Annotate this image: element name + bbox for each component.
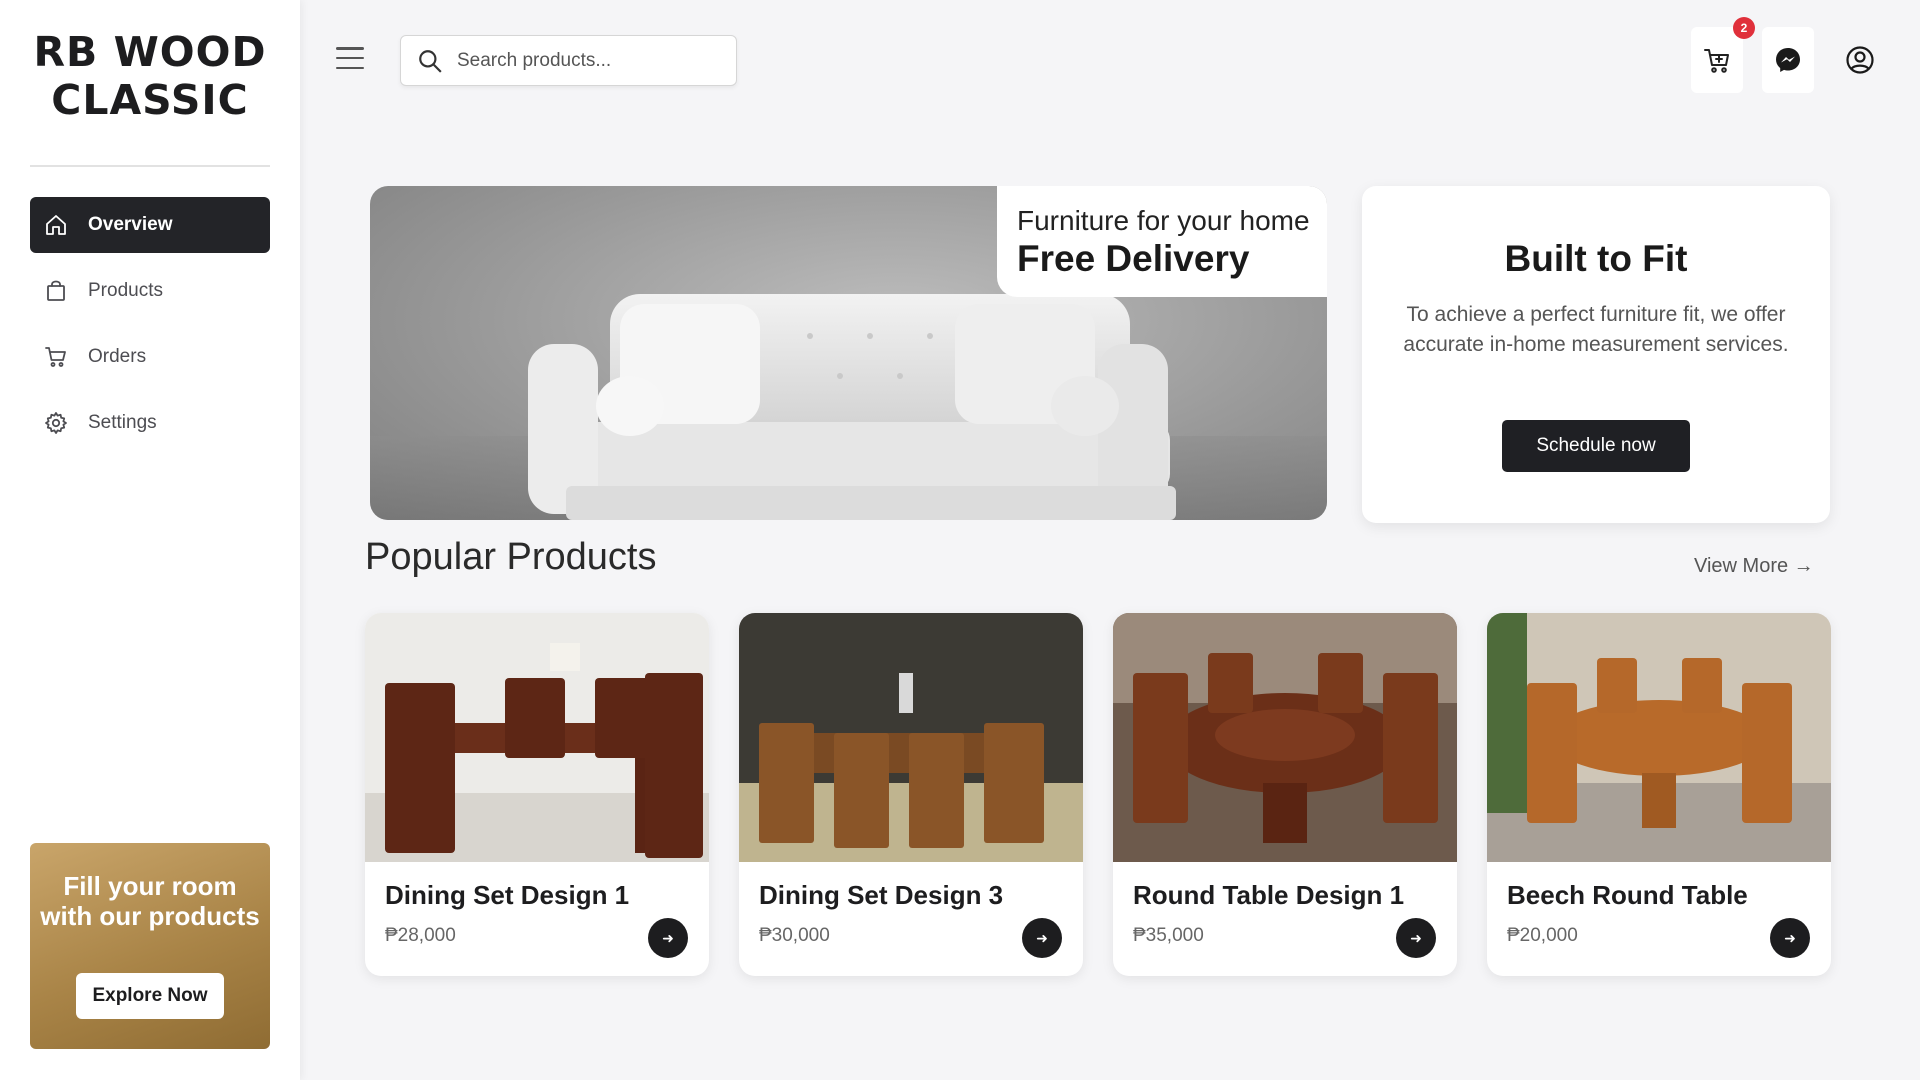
sidebar-item-settings[interactable]: Settings	[30, 395, 270, 451]
product-name: Round Table Design 1	[1133, 880, 1405, 910]
product-price: ₱20,000	[1507, 925, 1578, 946]
product-card[interactable]: Round Table Design 1 ₱35,000 ➜	[1113, 613, 1457, 976]
sidebar-item-label: Products	[88, 280, 163, 301]
sidebar-divider	[30, 165, 270, 167]
user-button[interactable]	[1834, 27, 1886, 93]
sidebar-item-label: Overview	[88, 214, 173, 235]
cart-icon	[42, 343, 70, 371]
hero-subtitle: Furniture for your home	[1017, 205, 1310, 236]
brand-line-1: RB WOOD	[33, 28, 267, 76]
gear-icon	[42, 409, 70, 437]
cart-badge: 2	[1733, 17, 1755, 39]
hero-title: Free Delivery	[1017, 238, 1250, 279]
messenger-icon	[1776, 48, 1800, 72]
section-title: Popular Products	[365, 536, 657, 578]
product-card[interactable]: Dining Set Design 1 ₱28,000 ➜	[365, 613, 709, 976]
sidebar-nav: Overview Products Orders Settings	[30, 197, 270, 461]
product-card[interactable]: Dining Set Design 3 ₱30,000 ➜	[739, 613, 1083, 976]
product-price: ₱28,000	[385, 925, 456, 946]
product-price: ₱30,000	[759, 925, 830, 946]
product-price: ₱35,000	[1133, 925, 1204, 946]
search-icon	[419, 49, 442, 73]
product-image	[365, 613, 709, 862]
product-image	[739, 613, 1083, 862]
sidebar-item-orders[interactable]: Orders	[30, 329, 270, 385]
hero-tag: Furniture for your home Free Delivery	[997, 186, 1327, 297]
sidebar: RB WOOD CLASSIC Overview Products Orders	[0, 0, 300, 1080]
arrow-right-icon[interactable]: ➜	[648, 918, 688, 958]
brand-logo[interactable]: RB WOOD CLASSIC	[0, 28, 300, 124]
explore-now-button[interactable]: Explore Now	[76, 973, 224, 1019]
cart-icon	[1704, 49, 1729, 73]
messenger-button[interactable]	[1762, 27, 1814, 93]
sidebar-item-label: Orders	[88, 346, 147, 367]
product-name: Dining Set Design 3	[759, 880, 1004, 910]
view-more-link[interactable]: View More →	[1694, 555, 1814, 578]
built-to-fit-card: Built to Fit To achieve a perfect furnit…	[1362, 186, 1830, 523]
product-name: Dining Set Design 1	[385, 880, 630, 910]
user-icon	[1846, 46, 1874, 74]
arrow-right-icon[interactable]: ➜	[1022, 918, 1062, 958]
product-name: Beech Round Table	[1507, 880, 1748, 910]
promo-title: Fill your room with our products	[40, 871, 260, 931]
schedule-now-button[interactable]: Schedule now	[1502, 420, 1690, 472]
hero-banner[interactable]: Furniture for your home Free Delivery	[370, 186, 1327, 520]
cart-button[interactable]	[1691, 27, 1743, 93]
sidebar-item-overview[interactable]: Overview	[30, 197, 270, 253]
fit-title: Built to Fit	[1504, 238, 1688, 279]
product-image	[1113, 613, 1457, 862]
arrow-right-icon[interactable]: ➜	[1770, 918, 1810, 958]
fit-description: To achieve a perfect furniture fit, we o…	[1403, 303, 1789, 356]
brand-line-2: CLASSIC	[51, 76, 249, 124]
product-card[interactable]: Beech Round Table ₱20,000 ➜	[1487, 613, 1831, 976]
home-icon	[42, 211, 70, 239]
product-image	[1487, 613, 1831, 862]
hamburger-menu-icon[interactable]	[334, 44, 366, 72]
promo-card: Fill your room with our products Explore…	[30, 843, 270, 1049]
sidebar-item-label: Settings	[88, 412, 157, 433]
bag-icon	[42, 277, 70, 305]
search-bar	[400, 35, 737, 86]
sidebar-item-products[interactable]: Products	[30, 263, 270, 319]
arrow-right-icon[interactable]: ➜	[1396, 918, 1436, 958]
search-input[interactable]	[457, 49, 717, 72]
